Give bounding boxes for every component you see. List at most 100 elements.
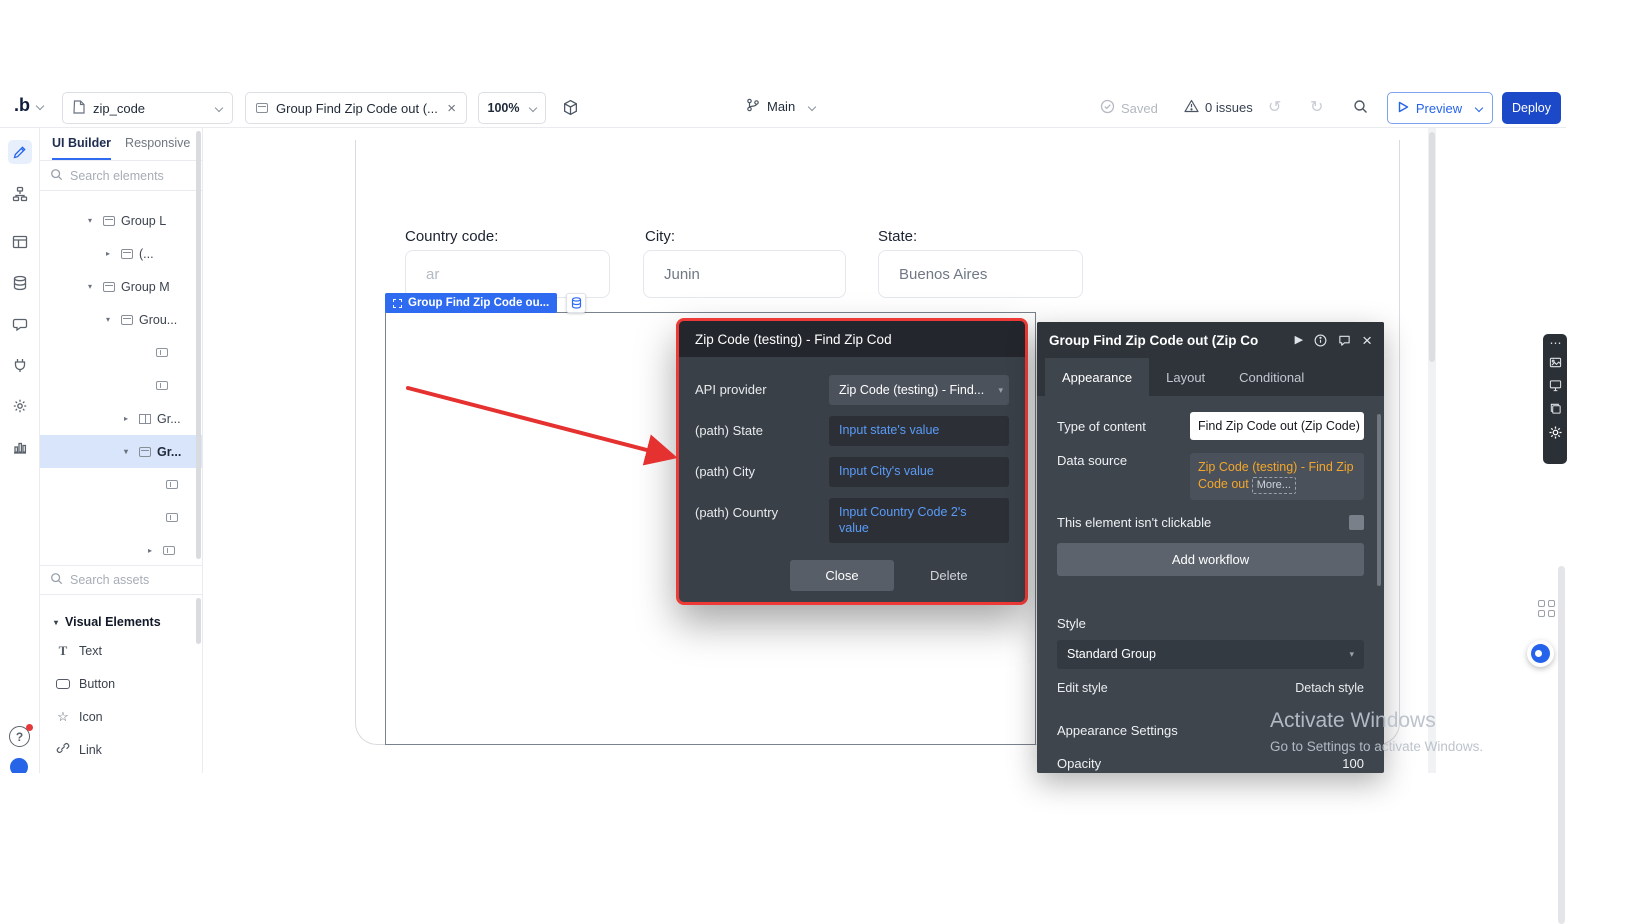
tab-conditional[interactable]: Conditional: [1222, 358, 1321, 396]
tree-item-group-l[interactable]: ▾Group L: [40, 204, 202, 237]
tree-item[interactable]: ▸: [40, 534, 202, 567]
style-select[interactable]: Standard Group ▾: [1057, 640, 1364, 669]
workflow-icon[interactable]: [8, 182, 32, 206]
palette-item-icon[interactable]: ☆Icon: [40, 700, 202, 733]
add-workflow-button[interactable]: Add workflow: [1057, 543, 1364, 576]
tree-item[interactable]: ▸(...: [40, 237, 202, 270]
bubble-logo-menu[interactable]: .b: [14, 95, 43, 116]
gear-icon[interactable]: [1548, 425, 1563, 443]
tree-item[interactable]: [40, 501, 202, 534]
country-code-input[interactable]: ar: [405, 250, 610, 298]
comment-icon[interactable]: [1338, 334, 1351, 347]
screenshot-icon[interactable]: [1549, 356, 1562, 372]
branch-selector[interactable]: Main: [746, 98, 815, 115]
tree-item-selected[interactable]: ▾Gr...: [40, 435, 202, 468]
undo-icon[interactable]: ↺: [1268, 97, 1281, 117]
delete-button[interactable]: Delete: [922, 560, 976, 591]
data-source-chip[interactable]: [566, 293, 586, 313]
appearance-settings-header[interactable]: Appearance Settings: [1057, 723, 1364, 738]
issues-indicator[interactable]: 0 issues: [1184, 99, 1253, 116]
detach-style-link[interactable]: Detach style: [1295, 681, 1364, 695]
search-elements-input[interactable]: [70, 169, 182, 183]
data-source-label: Data source: [1057, 453, 1190, 468]
edit-style-link[interactable]: Edit style: [1057, 681, 1108, 695]
type-of-content-field[interactable]: Find Zip Code out (Zip Code): [1190, 412, 1364, 440]
pages-icon[interactable]: [8, 230, 32, 254]
opacity-value[interactable]: 100: [1342, 756, 1364, 771]
database-icon: [571, 297, 582, 309]
group-icon: [139, 447, 151, 457]
palette-item-button[interactable]: Button: [40, 667, 202, 700]
opacity-label: Opacity: [1057, 756, 1101, 771]
zoom-control[interactable]: 100%: [478, 92, 546, 124]
palette-item-text[interactable]: TText: [40, 634, 202, 667]
component-library-icon[interactable]: [562, 99, 579, 119]
clickable-checkbox[interactable]: [1349, 515, 1364, 530]
open-element-tab[interactable]: Group Find Zip Code out (... ×: [245, 92, 467, 124]
page-scrollbar[interactable]: [1558, 566, 1565, 924]
api-provider-dropdown[interactable]: Zip Code (testing) - Find...▾: [829, 375, 1009, 405]
styles-icon[interactable]: [8, 312, 32, 336]
close-button[interactable]: Close: [790, 560, 894, 591]
bubble-editor: .b zip_code Group Find Zip Code out (...…: [0, 0, 1640, 924]
popup-title[interactable]: Zip Code (testing) - Find Zip Cod: [679, 321, 1025, 357]
inspector-scrollbar[interactable]: [1377, 414, 1381, 586]
left-panel-tabs: UI Builder Responsive: [40, 128, 202, 161]
search-assets-input[interactable]: [70, 573, 182, 587]
close-tab-icon[interactable]: ×: [447, 101, 456, 116]
tree-item[interactable]: ▾Grou...: [40, 303, 202, 336]
plugins-icon[interactable]: [8, 353, 32, 377]
copy-windows-icon[interactable]: [1549, 402, 1562, 418]
more-options-icon[interactable]: ⋯: [1550, 337, 1561, 349]
palette-scrollbar[interactable]: [196, 598, 201, 644]
tree-item-group-m[interactable]: ▾Group M: [40, 270, 202, 303]
palette-item-link[interactable]: Link: [40, 733, 202, 766]
tree-item[interactable]: [40, 468, 202, 501]
deploy-button[interactable]: Deploy: [1502, 92, 1561, 124]
chevron-down-icon[interactable]: ▾: [88, 282, 97, 291]
tab-appearance[interactable]: Appearance: [1045, 358, 1149, 396]
tree-item[interactable]: ▸Gr...: [40, 402, 202, 435]
data-source-field[interactable]: Zip Code (testing) - Find Zip Code outMo…: [1190, 453, 1364, 500]
path-state-value[interactable]: Input state's value: [829, 416, 1009, 446]
tab-layout[interactable]: Layout: [1149, 358, 1222, 396]
chevron-right-icon[interactable]: ▸: [106, 249, 115, 258]
redo-icon[interactable]: ↻: [1310, 97, 1323, 117]
chevron-down-icon[interactable]: ▾: [106, 315, 115, 324]
path-city-value[interactable]: Input City's value: [829, 457, 1009, 487]
bubble-assistant-icon[interactable]: [10, 758, 28, 773]
selected-element-badge[interactable]: Group Find Zip Code ou...: [385, 293, 557, 313]
info-icon[interactable]: [1314, 334, 1327, 347]
preview-label: Preview: [1416, 101, 1462, 116]
popup-body: API provider Zip Code (testing) - Find..…: [679, 357, 1025, 543]
search-icon[interactable]: [1353, 99, 1368, 117]
tree-item[interactable]: [40, 336, 202, 369]
canvas-scrollbar[interactable]: [1428, 128, 1436, 773]
design-icon[interactable]: [8, 140, 32, 164]
state-input[interactable]: Buenos Aires: [878, 250, 1083, 298]
monitor-icon[interactable]: [1549, 379, 1562, 395]
chevron-down-icon[interactable]: ▾: [88, 216, 97, 225]
tab-ui-builder[interactable]: UI Builder: [52, 128, 111, 160]
apps-grid-icon[interactable]: [1538, 600, 1555, 617]
chevron-right-icon[interactable]: ▸: [124, 414, 133, 423]
visual-elements-header[interactable]: ▾ Visual Elements: [40, 608, 202, 636]
tree-scrollbar[interactable]: [196, 131, 201, 559]
search-icon: [50, 168, 63, 184]
app-selector[interactable]: zip_code: [62, 92, 233, 124]
search-elements-bar: [40, 161, 202, 191]
preview-button[interactable]: Preview: [1387, 92, 1493, 124]
chat-widget[interactable]: [1527, 640, 1554, 667]
logs-icon[interactable]: [8, 435, 32, 459]
chevron-down-icon[interactable]: ▾: [124, 447, 133, 456]
city-input[interactable]: Junin: [643, 250, 846, 298]
settings-icon[interactable]: [8, 394, 32, 418]
data-icon[interactable]: [8, 271, 32, 295]
tab-responsive[interactable]: Responsive: [125, 128, 190, 160]
path-country-value[interactable]: Input Country Code 2's value: [829, 498, 1009, 543]
play-icon[interactable]: ▶: [1295, 335, 1303, 346]
more-button[interactable]: More...: [1252, 477, 1296, 494]
close-icon[interactable]: ×: [1362, 332, 1372, 349]
tree-item[interactable]: [40, 369, 202, 402]
chevron-right-icon[interactable]: ▸: [148, 546, 157, 555]
